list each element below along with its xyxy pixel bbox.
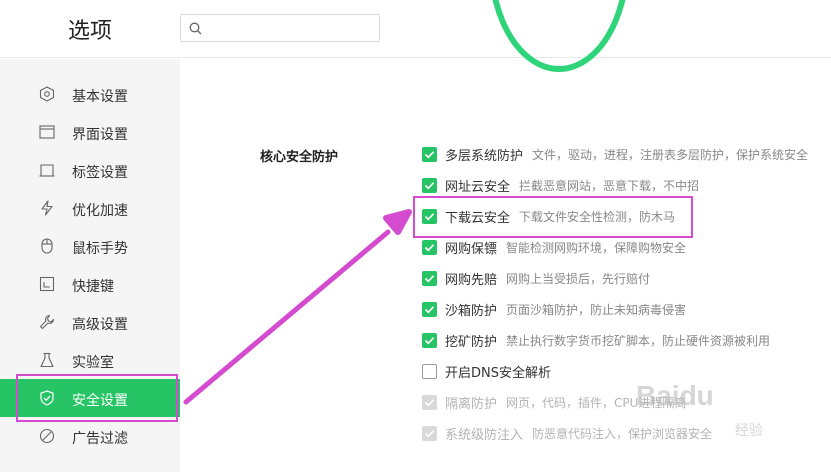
watermark-sub: 经验 [735, 423, 763, 439]
options-page: 选项 基本设置 界面设置 标签设置 优化加速 鼠标手势 快捷键 高级设置 实验室… [0, 0, 831, 472]
watermark: Baidu [636, 380, 714, 411]
